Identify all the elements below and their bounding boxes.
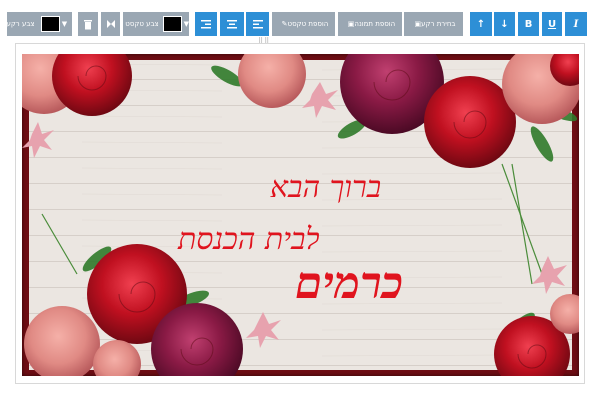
move-up-button[interactable]: ↑ — [470, 12, 492, 36]
flip-icon — [106, 20, 115, 28]
choose-background-label: בחירת רקע — [421, 20, 456, 28]
chevron-down-icon: ▼ — [61, 20, 68, 28]
greeting-card[interactable] — [22, 54, 579, 376]
flip-button[interactable] — [101, 12, 120, 36]
toolbar: צבע רקע ▼ צבע טקסט ▼ ✎ הוספת טקסט ▣ הוספת … — [0, 0, 595, 36]
trash-icon — [84, 19, 92, 29]
underline-icon: U — [547, 18, 557, 30]
greeting-line-3[interactable]: כרמים — [295, 258, 403, 309]
align-left-button[interactable] — [246, 12, 269, 36]
move-down-button[interactable]: ↓ — [494, 12, 515, 36]
chevron-down-icon: ▼ — [183, 20, 189, 28]
bold-icon: B — [524, 18, 533, 30]
add-text-button[interactable]: ✎ הוספת טקסט — [272, 12, 335, 36]
bg-color-label: צבע רקע — [6, 12, 35, 36]
text-color-picker[interactable]: ▼ — [161, 12, 189, 36]
align-center-icon — [227, 19, 237, 28]
greeting-line-2[interactable]: לבית הכנסת — [178, 222, 320, 257]
image-icon: ▣ — [414, 20, 422, 28]
align-right-icon — [201, 19, 211, 28]
text-color-label: צבע טקסט — [123, 12, 161, 36]
arrow-down-icon: ↓ — [500, 18, 509, 30]
add-image-label: הוספת תמונה — [354, 20, 396, 28]
italic-button[interactable]: I — [565, 12, 587, 36]
text-color-swatch — [163, 16, 182, 32]
card-artwork — [22, 54, 579, 376]
image-icon: ▣ — [347, 20, 355, 28]
align-right-button[interactable] — [195, 12, 217, 36]
underline-button[interactable]: U — [542, 12, 562, 36]
bg-color-picker[interactable]: ▼ — [34, 12, 72, 36]
greeting-line-1[interactable]: ברוך הבא — [270, 170, 381, 205]
delete-button[interactable] — [78, 12, 98, 36]
add-image-button[interactable]: ▣ הוספת תמונה — [338, 12, 402, 36]
align-center-button[interactable] — [220, 12, 244, 36]
align-left-icon — [252, 19, 263, 28]
add-text-label: הוספת טקסט — [287, 20, 329, 28]
italic-icon: I — [573, 18, 579, 30]
choose-background-button[interactable]: ▣ בחירת רקע — [404, 12, 463, 36]
bg-color-swatch — [40, 16, 60, 32]
arrow-up-icon: ↑ — [476, 18, 486, 30]
bold-button[interactable]: B — [518, 12, 539, 36]
